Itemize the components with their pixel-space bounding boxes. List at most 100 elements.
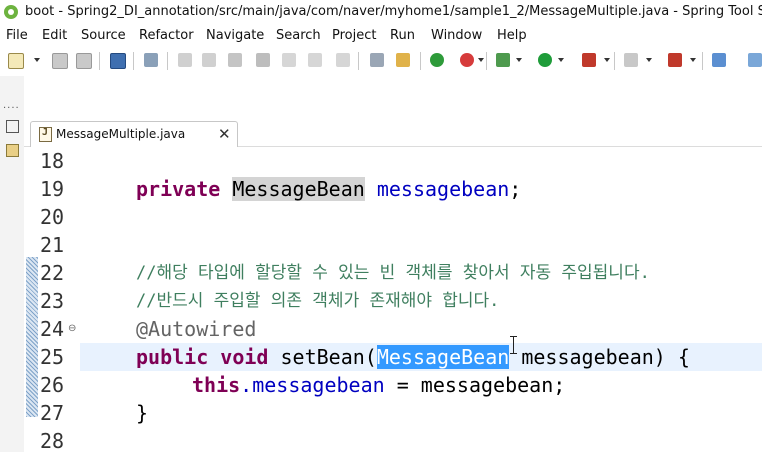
suspend-icon[interactable]: [202, 53, 216, 67]
left-trim-stack: ····: [0, 76, 24, 452]
keyword: private: [136, 177, 221, 201]
save-icon[interactable]: [52, 53, 68, 69]
package-explorer-icon[interactable]: [6, 144, 19, 157]
step-return-icon[interactable]: [336, 53, 350, 67]
title-bar: boot - Spring2_DI_annotation/src/main/ja…: [0, 0, 762, 26]
save-all-icon[interactable]: [76, 53, 92, 69]
new-icon[interactable]: [8, 53, 24, 69]
code-line: 23 //반드시 주입할 의존 객체가 존재해야 합니다.: [24, 287, 762, 315]
spring-logo-icon: [4, 5, 18, 19]
perspective-icon[interactable]: [748, 53, 762, 67]
show-whitespace-icon[interactable]: [370, 53, 384, 67]
workbench-area: ···· MessageMultiple.java ✕ 18 19 privat…: [0, 76, 762, 453]
toolbar-separator: [133, 52, 134, 70]
code-line: 18: [24, 147, 762, 175]
toggle-mark-icon[interactable]: [396, 53, 410, 67]
java-file-icon: [39, 127, 52, 142]
external-tools-dropdown-chevron-icon[interactable]: [690, 58, 696, 62]
menu-bar: File Edit Source Refactor Navigate Searc…: [0, 26, 762, 46]
menu-window[interactable]: Window: [431, 28, 482, 43]
keyword: this: [192, 373, 241, 397]
code-editor[interactable]: 18 19 private MessageBean messagebean; 2…: [24, 147, 762, 453]
menu-search[interactable]: Search: [276, 28, 321, 43]
text-cursor-icon: [510, 334, 518, 356]
menu-project[interactable]: Project: [332, 28, 376, 43]
line-number: 25: [40, 345, 65, 369]
menu-help[interactable]: Help: [497, 28, 527, 43]
method-name: setBean(: [280, 345, 377, 369]
comment: //반드시 주입할 의존 객체가 존재해야 합니다.: [136, 291, 500, 311]
menu-edit[interactable]: Edit: [42, 28, 67, 43]
close-icon[interactable]: ✕: [218, 125, 231, 143]
menu-run[interactable]: Run: [390, 28, 415, 43]
external-tools-icon[interactable]: [668, 53, 682, 67]
line-number: 28: [40, 429, 65, 453]
menu-file[interactable]: File: [6, 28, 28, 43]
step-into-icon[interactable]: [282, 53, 296, 67]
new-dropdown-chevron-icon[interactable]: [34, 58, 40, 62]
code-line: 19 private MessageBean messagebean;: [24, 175, 762, 203]
code-line: 20: [24, 203, 762, 231]
toolbar: [0, 46, 762, 76]
stop-icon[interactable]: [624, 53, 638, 67]
menu-source[interactable]: Source: [81, 28, 126, 43]
disconnect-icon[interactable]: [256, 53, 270, 67]
line-number: 22: [40, 261, 65, 285]
coverage-icon[interactable]: [582, 53, 596, 67]
relaunch-dropdown-chevron-icon[interactable]: [478, 58, 484, 62]
comment: //해당 타입에 할당할 수 있는 빈 객체를 찾아서 자동 주입됩니다.: [136, 263, 650, 283]
code-line: 26 this.messagebean = messagebean;: [24, 371, 762, 399]
field-name: .messagebean: [240, 373, 385, 397]
param-name: messagebean: [521, 345, 654, 369]
boot-dashboard-icon[interactable]: [430, 53, 444, 67]
relaunch-icon[interactable]: [460, 53, 474, 67]
editor-tab-bar: MessageMultiple.java ✕: [24, 118, 762, 147]
menu-refactor[interactable]: Refactor: [139, 28, 194, 43]
line-number: 23: [40, 289, 65, 313]
punctuation: ;: [509, 177, 522, 201]
restore-icon[interactable]: [6, 120, 19, 133]
code-text: public void setBean(MessageBean messageb…: [136, 343, 690, 371]
terminate-icon[interactable]: [228, 53, 242, 67]
debug-icon[interactable]: [496, 53, 510, 67]
code-line: 24 ⊖ @Autowired: [24, 315, 762, 343]
terminal-icon[interactable]: [110, 53, 126, 69]
step-over-icon[interactable]: [308, 53, 322, 67]
fold-toggle-icon[interactable]: ⊖: [68, 324, 76, 334]
skip-breakpoints-icon[interactable]: [144, 53, 158, 67]
toolbar-separator: [614, 52, 615, 70]
line-number: 18: [40, 149, 65, 173]
type-occurrence: MessageBean: [232, 177, 365, 201]
menu-navigate[interactable]: Navigate: [206, 28, 264, 43]
code-line: 21: [24, 231, 762, 259]
coverage-dropdown-chevron-icon[interactable]: [604, 58, 610, 62]
toolbar-separator: [167, 52, 168, 70]
resume-icon[interactable]: [178, 53, 192, 67]
debug-dropdown-chevron-icon[interactable]: [516, 58, 522, 62]
run-icon[interactable]: [538, 53, 552, 67]
code-line: 25 public void setBean(MessageBean messa…: [24, 343, 762, 371]
assignment: = messagebean;: [384, 373, 566, 397]
punctuation: ) {: [653, 345, 690, 369]
line-number: 27: [40, 401, 65, 425]
line-number: 26: [40, 373, 65, 397]
line-number: 24: [40, 317, 65, 341]
toolbar-separator: [486, 52, 487, 70]
toolbar-separator: [358, 52, 359, 70]
line-number: 21: [40, 233, 65, 257]
selected-text: MessageBean: [376, 345, 510, 369]
code-text: private MessageBean messagebean;: [136, 175, 521, 203]
code-line: 22 //해당 타입에 할당할 수 있는 빈 객체를 찾아서 자동 주입됩니다.: [24, 259, 762, 287]
search-icon[interactable]: [712, 53, 726, 67]
keyword: void: [220, 345, 269, 369]
line-number: 19: [40, 177, 65, 201]
tab-messagemultiple[interactable]: MessageMultiple.java ✕: [30, 121, 238, 147]
line-number: 20: [40, 205, 65, 229]
field-name: messagebean: [376, 177, 510, 201]
toolbar-separator: [702, 52, 703, 70]
side-dots: ····: [3, 103, 20, 114]
tab-label: MessageMultiple.java: [56, 127, 186, 141]
stop-dropdown-chevron-icon[interactable]: [646, 58, 652, 62]
run-dropdown-chevron-icon[interactable]: [558, 58, 564, 62]
closing-brace: }: [136, 401, 149, 425]
